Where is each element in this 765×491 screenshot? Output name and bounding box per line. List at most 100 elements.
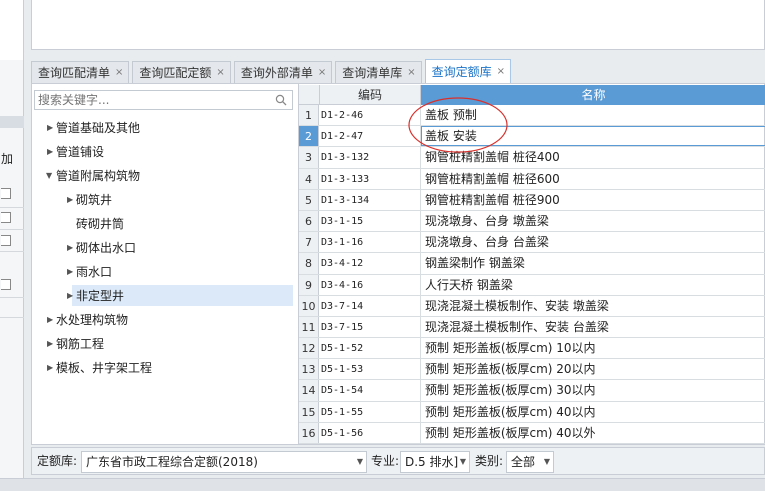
table-row[interactable]: 8 D3-4-12 钢盖梁制作 钢盖梁 xyxy=(299,253,765,275)
cell-code: D5-1-54 xyxy=(321,380,421,401)
cell-code: D3-4-16 xyxy=(321,274,421,295)
table-row[interactable]: 1 D1-2-46 盖板 预制 xyxy=(299,105,765,127)
cell-code: D3-7-15 xyxy=(321,316,421,338)
tree-item-pipe-foundation[interactable]: ▶ 管道基础及其他 xyxy=(32,116,296,140)
cell-name: 现浇墩身、台身 墩盖梁 xyxy=(425,213,549,228)
table-row[interactable]: 6 D3-1-15 现浇墩身、台身 墩盖梁 xyxy=(299,210,765,233)
tab-query-quota-library[interactable]: 查询定额库 × xyxy=(424,59,512,83)
table-row[interactable]: 12 D5-1-52 预制 矩形盖板(板厚cm) 10以内 xyxy=(299,338,765,360)
cell-code: D1-3-134 xyxy=(321,189,421,210)
tab-query-external-list[interactable]: 查询外部清单 × xyxy=(233,61,333,83)
tree-item-water-treatment[interactable]: ▶ 水处理构筑物 xyxy=(32,308,296,332)
tree-item-brick-shaft[interactable]: 砖砌井筒 xyxy=(32,212,296,236)
caret-right-icon[interactable]: ▶ xyxy=(67,260,73,284)
tab-query-matched-quota[interactable]: 查询匹配定额 × xyxy=(132,61,231,83)
column-header-code[interactable]: 编码 xyxy=(319,85,421,105)
divider xyxy=(0,229,24,230)
caret-right-icon[interactable]: ▶ xyxy=(47,140,53,164)
status-bar xyxy=(0,478,765,491)
caret-right-icon[interactable]: ▶ xyxy=(47,356,53,380)
filter-bar: 定额库: 广东省市政工程综合定额(2018) ▼ 专业: D.5 排水] ▼ 类别:… xyxy=(31,447,765,475)
tab-query-list-library[interactable]: 查询清单库 × xyxy=(335,61,422,83)
cell-code: D3-4-12 xyxy=(321,253,421,274)
cell-name: 盖板 预制 xyxy=(425,108,477,122)
row-number: 14 xyxy=(299,380,319,401)
row-checkbox[interactable] xyxy=(1,279,11,290)
close-icon[interactable]: × xyxy=(115,67,123,78)
row-checkbox[interactable] xyxy=(1,235,11,246)
divider xyxy=(0,297,24,298)
close-icon[interactable]: × xyxy=(407,67,415,78)
search-input[interactable] xyxy=(35,91,265,109)
tab-label: 查询清单库 xyxy=(342,66,403,80)
tree-item-label: 模板、井字架工程 xyxy=(56,361,153,375)
tree-item-label: 水处理构筑物 xyxy=(56,313,129,327)
cell-name: 人行天桥 钢盖梁 xyxy=(425,277,513,292)
cell-code: D1-2-47 xyxy=(321,126,421,147)
row-checkbox[interactable] xyxy=(1,188,11,199)
category-tree: ▶ 管道基础及其他 ▶ 管道铺设 ▼ 管道附属构筑物 ▶ 砌筑井 砖砌井筒 ▶ 砌体出水口… xyxy=(32,116,296,380)
caret-down-icon[interactable]: ▼ xyxy=(46,164,52,188)
cell-code: D3-1-16 xyxy=(321,232,421,253)
caret-right-icon[interactable]: ▶ xyxy=(67,284,73,308)
major-select[interactable]: D.5 排水] ▼ xyxy=(400,451,470,473)
table-row[interactable]: 4 D1-3-133 钢管桩精割盖帽 桩径600 xyxy=(299,168,765,190)
caret-right-icon[interactable]: ▶ xyxy=(67,188,73,212)
tree-item-formwork[interactable]: ▶ 模板、井字架工程 xyxy=(32,356,296,380)
tree-item-masonry-well[interactable]: ▶ 砌筑井 xyxy=(32,188,296,212)
cell-code: D1-3-133 xyxy=(321,168,421,189)
caret-right-icon[interactable]: ▶ xyxy=(47,308,53,332)
major-select-value: D.5 排水] xyxy=(405,455,459,469)
divider xyxy=(0,317,24,318)
tree-item-non-standard-well[interactable]: ▶ 非定型井 xyxy=(32,284,296,308)
tree-item-label: 管道铺设 xyxy=(56,145,105,159)
row-number: 9 xyxy=(299,274,319,295)
tree-item-label: 非定型井 xyxy=(76,289,125,303)
row-number: 3 xyxy=(299,147,319,168)
row-checkbox[interactable] xyxy=(1,212,11,223)
close-icon[interactable]: × xyxy=(497,66,505,77)
search-icon[interactable] xyxy=(275,94,287,106)
tree-item-pipe-auxiliary[interactable]: ▼ 管道附属构筑物 xyxy=(32,164,296,188)
category-select[interactable]: 全部 ▼ xyxy=(506,451,554,473)
table-row[interactable]: 2 D1-2-47 盖板 安装 xyxy=(299,126,765,148)
chevron-down-icon: ▼ xyxy=(459,457,466,466)
row-number: 10 xyxy=(299,295,319,316)
table-row[interactable]: 10 D3-7-14 现浇混凝土模板制作、安装 墩盖梁 xyxy=(299,295,765,317)
tree-item-label: 砌体出水口 xyxy=(76,241,137,255)
table-row[interactable]: 9 D3-4-16 人行天桥 钢盖梁 xyxy=(299,274,765,296)
library-label: 定额库: xyxy=(37,454,78,468)
tab-query-matched-list[interactable]: 查询匹配清单 × xyxy=(31,61,130,83)
quota-table: 编码 名称 1 D1-2-46 盖板 预制 2 D1-2-47 盖板 安装 3 D1-3-13… xyxy=(299,85,765,444)
cell-name: 预制 矩形盖板(板厚cm) 20以内 xyxy=(425,362,596,377)
table-row[interactable]: 14 D5-1-54 预制 矩形盖板(板厚cm) 30以内 xyxy=(299,380,765,402)
close-icon[interactable]: × xyxy=(216,67,224,78)
caret-right-icon[interactable]: ▶ xyxy=(47,116,53,140)
close-icon[interactable]: × xyxy=(318,67,326,78)
table-row[interactable]: 13 D5-1-53 预制 矩形盖板(板厚cm) 20以内 xyxy=(299,359,765,381)
library-select[interactable]: 广东省市政工程综合定额(2018) ▼ xyxy=(81,451,367,473)
column-header-name[interactable]: 名称 xyxy=(421,85,765,105)
row-number: 5 xyxy=(299,189,319,210)
app-window: 加 查询匹配清单 × 查询匹配定额 × 查询外部清单 × 查询清单库 × 查询定额库 × … xyxy=(0,0,765,491)
caret-right-icon[interactable]: ▶ xyxy=(67,236,73,260)
table-row[interactable]: 16 D5-1-56 预制 矩形盖板(板厚cm) 40以外 xyxy=(299,422,765,444)
table-row[interactable]: 3 D1-3-132 钢管桩精割盖帽 桩径400 xyxy=(299,147,765,169)
tree-item-rebar[interactable]: ▶ 钢筋工程 xyxy=(32,332,296,356)
table-row[interactable]: 15 D5-1-55 预制 矩形盖板(板厚cm) 40以内 xyxy=(299,401,765,423)
caret-right-icon[interactable]: ▶ xyxy=(47,332,53,356)
tree-item-label: 管道基础及其他 xyxy=(56,121,141,135)
top-detail-panel xyxy=(31,0,765,50)
divider xyxy=(0,251,24,252)
row-number: 11 xyxy=(299,316,319,338)
tree-item-rain-inlet[interactable]: ▶ 雨水口 xyxy=(32,260,296,284)
cell-name: 现浇混凝土模板制作、安装 墩盖梁 xyxy=(425,298,609,313)
tree-item-pipe-laying[interactable]: ▶ 管道铺设 xyxy=(32,140,296,164)
table-row[interactable]: 11 D3-7-15 现浇混凝土模板制作、安装 台盖梁 xyxy=(299,316,765,339)
tree-item-masonry-outlet[interactable]: ▶ 砌体出水口 xyxy=(32,236,296,260)
row-number: 7 xyxy=(299,232,319,253)
cell-code: D3-7-14 xyxy=(321,295,421,316)
cell-code: D5-1-55 xyxy=(321,401,421,422)
table-row[interactable]: 7 D3-1-16 现浇墩身、台身 台盖梁 xyxy=(299,232,765,254)
table-row[interactable]: 5 D1-3-134 钢管桩精割盖帽 桩径900 xyxy=(299,189,765,211)
